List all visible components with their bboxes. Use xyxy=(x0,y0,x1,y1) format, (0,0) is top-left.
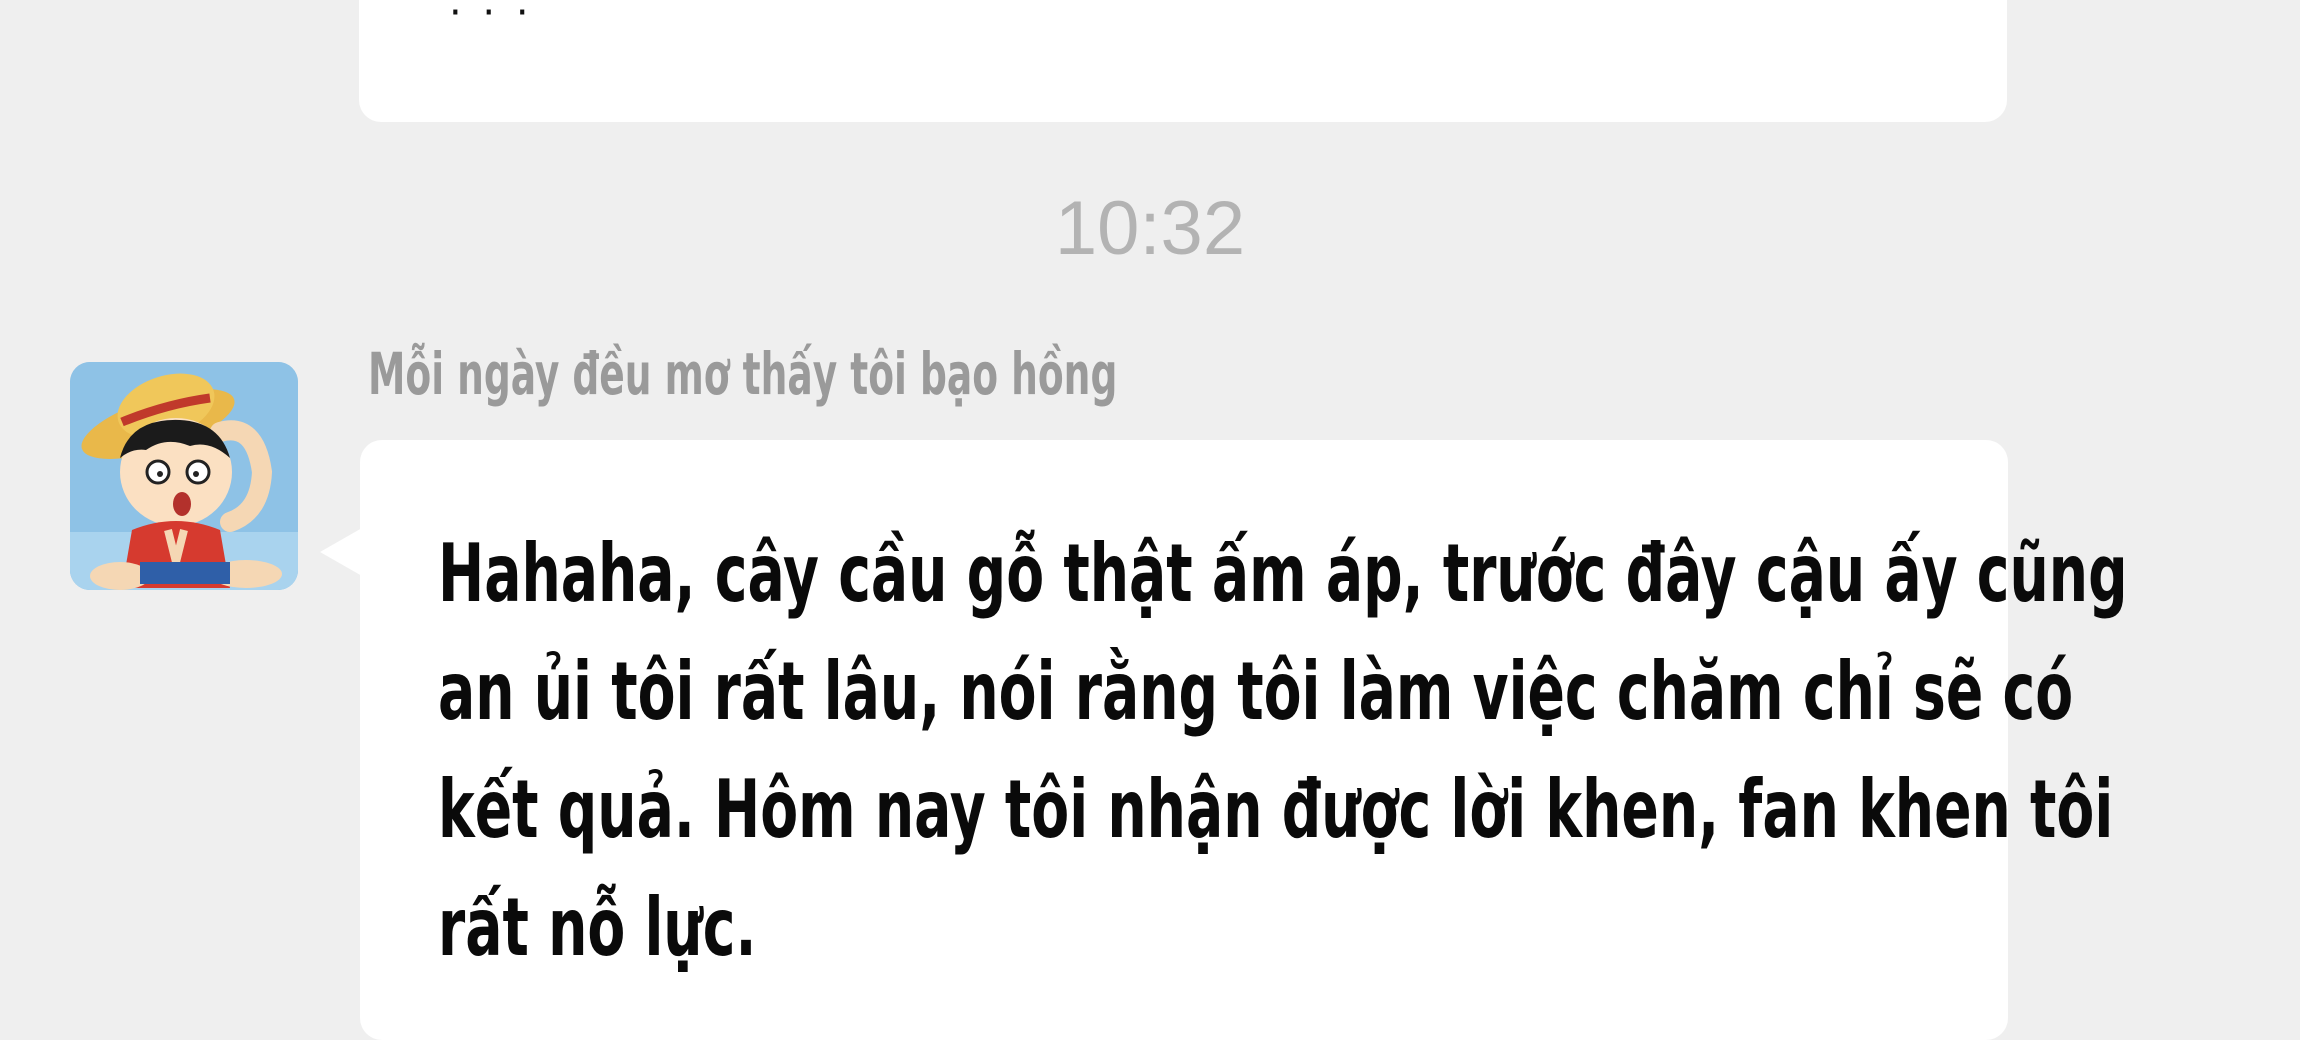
sender-avatar[interactable] xyxy=(70,362,298,590)
sender-name: Mỗi ngày đều mơ thấy tôi bạo hồng xyxy=(368,340,1118,408)
message-line: an ủi tôi rất lâu, nói rằng tôi làm việc… xyxy=(438,645,2074,738)
cartoon-boy-straw-hat-avatar-icon xyxy=(70,362,298,590)
previous-message-text: · · · xyxy=(449,0,533,36)
previous-message-bubble[interactable]: · · · xyxy=(359,0,2007,122)
message-timestamp: 10:32 xyxy=(1054,186,1246,271)
message-line: Hahaha, cây cầu gỗ thật ấm áp, trước đây… xyxy=(438,527,2128,620)
message-line: kết quả. Hôm nay tôi nhận được lời khen,… xyxy=(438,763,2114,856)
message-line: rất nỗ lực. xyxy=(438,881,757,974)
message-text: Hahaha, cây cầu gỗ thật ấm áp, trước đây… xyxy=(438,515,2128,987)
bubble-tail xyxy=(320,528,362,576)
